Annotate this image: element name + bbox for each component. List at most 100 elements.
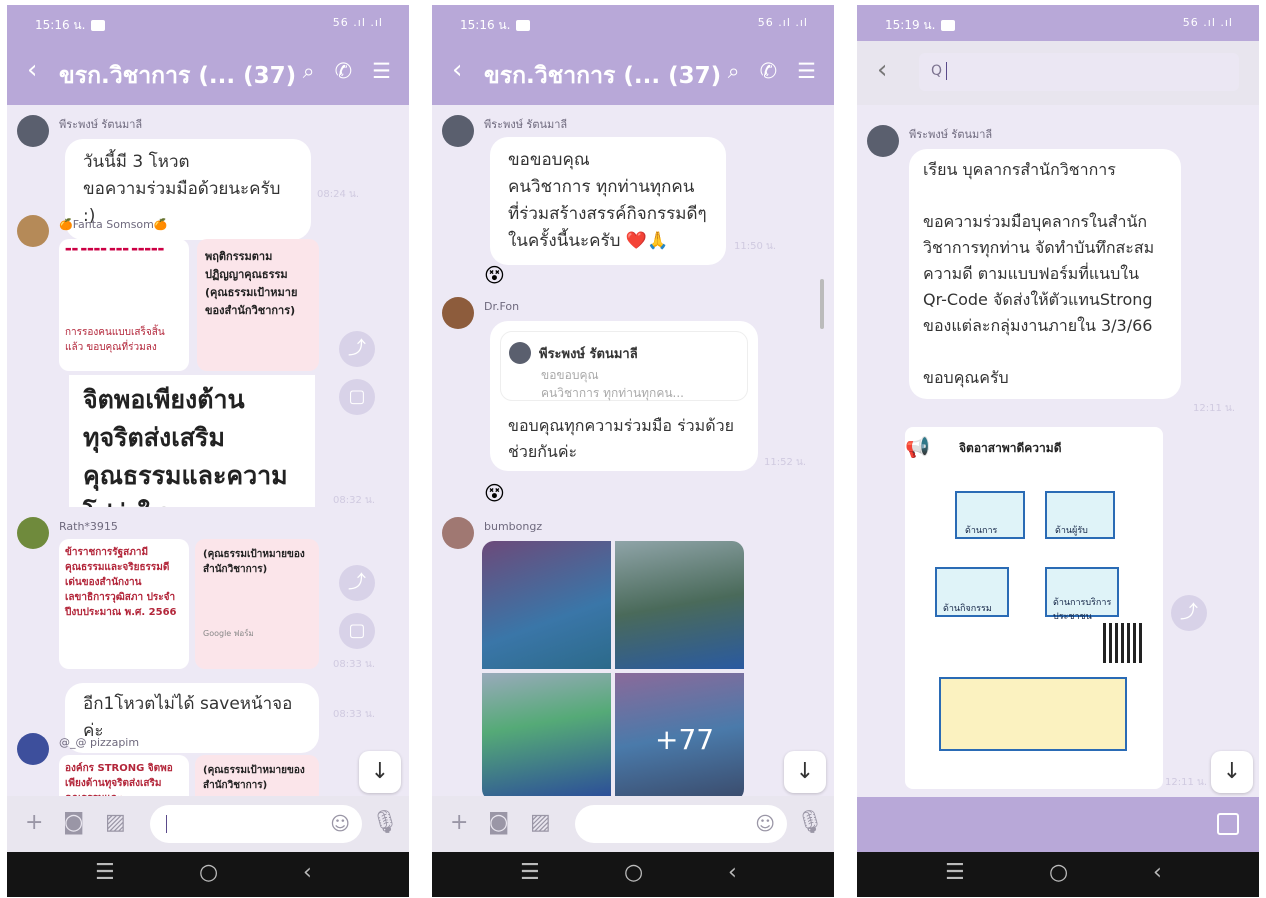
photo[interactable] xyxy=(482,541,611,669)
plus-icon[interactable]: + xyxy=(450,810,468,835)
clock: 15:16 น. xyxy=(460,18,511,32)
message-time: 08:33 น. xyxy=(333,709,376,720)
avatar[interactable] xyxy=(17,517,49,549)
phone-icon[interactable]: ✆ xyxy=(335,59,353,84)
image-card-text[interactable]: จิตพอเพียงต้านทุจริตส่งเสริมคุณธรรมและคว… xyxy=(69,375,315,507)
image-card[interactable]: (คุณธรรมเป้าหมายของสำนักวิชาการ) xyxy=(195,755,319,796)
save-icon[interactable]: ▢ xyxy=(339,379,375,415)
back-nav-icon[interactable]: ‹ xyxy=(303,860,312,885)
message-input-bar: + ◙ ▨ ☺ 🎙 xyxy=(7,796,409,852)
reply-bubble[interactable]: พีระพงษ์ รัตนมาลี ขอขอบคุณ คนวิชาการ ทุก… xyxy=(490,321,758,471)
signal-icon: 56 .ıl .ıl xyxy=(332,16,383,29)
signal-icon: 56 .ıl .ıl xyxy=(1182,16,1233,29)
sticker[interactable]: 😵 xyxy=(484,263,505,287)
share-icon[interactable]: ⤴ xyxy=(339,565,375,601)
mail-icon xyxy=(91,20,106,31)
back-icon[interactable]: ‹ xyxy=(452,55,462,85)
search-input[interactable]: Q xyxy=(919,53,1239,91)
chat-header: ‹ ขรก.วิชาการ (... (37) ⌕ ✆ ☰ xyxy=(7,41,409,105)
image-card[interactable]: ▬▬ ▬▬▬▬ ▬▬▬ ▬▬▬▬▬ การรองคนแบบเสร็จสิ้น แ… xyxy=(59,239,189,371)
save-icon[interactable]: ▢ xyxy=(339,613,375,649)
message-input[interactable]: ☺ xyxy=(575,805,787,843)
status-bar: 15:16 น. 56 .ıl .ıl xyxy=(432,5,834,41)
scroll-down-button[interactable]: ↓ xyxy=(1211,751,1253,793)
avatar[interactable] xyxy=(442,115,474,147)
clock: 15:19 น. xyxy=(885,18,936,32)
microphone-icon[interactable]: 🎙 xyxy=(371,810,399,835)
search-icon[interactable]: ⌕ xyxy=(728,59,740,84)
mail-icon xyxy=(941,20,956,31)
system-nav-bar: ☰ ○ ‹ xyxy=(7,852,409,897)
phone-icon[interactable]: ✆ xyxy=(760,59,778,84)
system-nav-bar: ☰ ○ ‹ xyxy=(432,852,834,897)
message-time: 12:11 น. xyxy=(1165,777,1208,788)
photo[interactable] xyxy=(615,541,744,669)
home-icon[interactable]: ○ xyxy=(624,860,643,885)
avatar[interactable] xyxy=(17,215,49,247)
chat-content[interactable]: พีระพงษ์ รัตนมาลี วันนี้มี 3 โหวต ขอความ… xyxy=(7,105,409,796)
message-input-bar: + ◙ ▨ ☺ 🎙 xyxy=(432,796,834,852)
avatar[interactable] xyxy=(442,297,474,329)
scrollbar[interactable] xyxy=(820,279,824,329)
image-card[interactable]: พฤติกรรมตามปฏิญญาคุณธรรม (คุณธรรมเป้าหมา… xyxy=(197,239,319,371)
image-icon[interactable]: ▨ xyxy=(530,810,551,835)
home-icon[interactable]: ○ xyxy=(199,860,218,885)
photo[interactable] xyxy=(482,673,611,796)
mail-icon xyxy=(516,20,531,31)
avatar[interactable] xyxy=(442,517,474,549)
back-nav-icon[interactable]: ‹ xyxy=(728,860,737,885)
status-bar: 15:16 น. 56 .ıl .ıl xyxy=(7,5,409,41)
message-time: 11:50 น. xyxy=(734,241,777,252)
share-icon[interactable]: ⤴ xyxy=(1171,595,1207,631)
menu-icon[interactable]: ☰ xyxy=(797,59,816,84)
camera-icon[interactable]: ◙ xyxy=(63,810,84,835)
microphone-icon[interactable]: 🎙 xyxy=(796,810,824,835)
message-time: 08:33 น. xyxy=(333,659,376,670)
scroll-down-button[interactable]: ↓ xyxy=(359,751,401,793)
poster-image[interactable]: 📢 จิตอาสาพาดีความดี ด้านการ ด้านผู้รับ ด… xyxy=(905,427,1163,789)
recents-icon[interactable]: ☰ xyxy=(520,860,540,885)
image-icon[interactable]: ▨ xyxy=(105,810,126,835)
chat-content[interactable]: พีระพงษ์ รัตนมาลี เรียน บุคลากรสำนักวิชา… xyxy=(857,105,1259,796)
back-icon[interactable]: ‹ xyxy=(27,55,37,85)
quoted-message[interactable]: พีระพงษ์ รัตนมาลี ขอขอบคุณ คนวิชาการ ทุก… xyxy=(500,331,748,401)
message-input[interactable]: ☺ xyxy=(150,805,362,843)
image-card[interactable]: (คุณธรรมเป้าหมายของสำนักวิชาการ) Google ฟ… xyxy=(195,539,319,669)
avatar[interactable] xyxy=(17,733,49,765)
message-time: 08:24 น. xyxy=(317,189,360,200)
calendar-icon[interactable] xyxy=(1217,813,1239,835)
clock: 15:16 น. xyxy=(35,18,86,32)
back-icon[interactable]: ‹ xyxy=(877,55,887,85)
photo[interactable]: +77 xyxy=(615,673,744,796)
signal-icon: 56 .ıl .ıl xyxy=(757,16,808,29)
search-icon[interactable]: ⌕ xyxy=(303,59,315,84)
camera-icon[interactable]: ◙ xyxy=(488,810,509,835)
photo-grid[interactable]: +77 xyxy=(482,541,744,796)
search-result-bar xyxy=(857,797,1259,853)
sticker[interactable]: 😵 xyxy=(484,481,505,505)
chat-title: ขรก.วิชาการ (... (37) xyxy=(484,63,722,89)
system-nav-bar: ☰ ○ ‹ xyxy=(857,852,1259,897)
avatar[interactable] xyxy=(17,115,49,147)
image-card[interactable]: ข้าราชการรัฐสภามีคุณธรรมและจริยธรรมดีเด่… xyxy=(59,539,189,669)
more-photos-count: +77 xyxy=(655,723,715,756)
message-bubble[interactable]: ขอขอบคุณ คนวิชาการ ทุกท่านทุกคน ที่ร่วมส… xyxy=(490,137,726,265)
scroll-down-button[interactable]: ↓ xyxy=(784,751,826,793)
recents-icon[interactable]: ☰ xyxy=(945,860,965,885)
megaphone-icon: 📢 xyxy=(905,435,930,459)
emoji-icon[interactable]: ☺ xyxy=(755,813,775,835)
chat-content[interactable]: พีระพงษ์ รัตนมาลี ขอขอบคุณ คนวิชาการ ทุก… xyxy=(432,105,834,796)
emoji-icon[interactable]: ☺ xyxy=(330,813,350,835)
plus-icon[interactable]: + xyxy=(25,810,43,835)
qr-code xyxy=(1103,623,1143,663)
share-icon[interactable]: ⤴ xyxy=(339,331,375,367)
menu-icon[interactable]: ☰ xyxy=(372,59,391,84)
message-bubble[interactable]: เรียน บุคลากรสำนักวิชาการ ขอความร่วมมือบ… xyxy=(909,149,1181,399)
home-icon[interactable]: ○ xyxy=(1049,860,1068,885)
phone-screen-2: 15:16 น. 56 .ıl .ıl ‹ ขรก.วิชาการ (... (… xyxy=(432,5,834,897)
avatar[interactable] xyxy=(867,125,899,157)
image-card[interactable]: องค์กร STRONG จิตพอเพียงต้านทุจริตส่งเสร… xyxy=(59,755,189,796)
back-nav-icon[interactable]: ‹ xyxy=(1153,860,1162,885)
phone-screen-3: 15:19 น. 56 .ıl .ıl ‹ Q พีระพงษ์ รัตนมาล… xyxy=(857,5,1259,897)
recents-icon[interactable]: ☰ xyxy=(95,860,115,885)
